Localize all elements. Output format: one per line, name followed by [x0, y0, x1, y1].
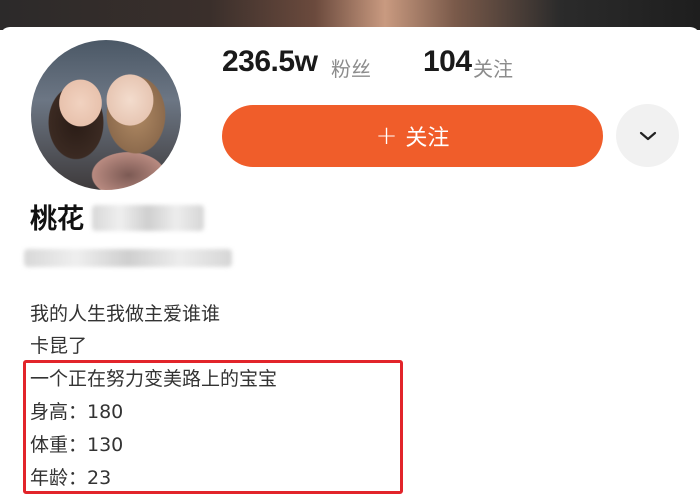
follow-button[interactable]: + 关注 — [222, 105, 603, 167]
profile-name: 桃花 — [30, 204, 84, 235]
bio-line: 卡昆了 — [30, 335, 88, 357]
follow-button-label: 关注 — [405, 126, 450, 151]
id-redaction — [24, 249, 232, 267]
highlight-annotation-box — [23, 360, 403, 494]
bio-line: 我的人生我做主爱谁谁 — [30, 303, 221, 325]
following-count[interactable]: 104 — [423, 45, 472, 79]
following-label[interactable]: 关注 — [473, 53, 513, 82]
followers-label[interactable]: 粉丝 — [331, 53, 371, 82]
plus-icon: + — [375, 121, 398, 151]
avatar[interactable] — [28, 37, 184, 193]
followers-count[interactable]: 236.5w — [222, 45, 318, 79]
chevron-down-icon — [639, 131, 656, 140]
name-redaction — [92, 205, 204, 231]
profile-card: 236.5w 粉丝 104 关注 + 关注 桃花 我的人生我做主爱谁谁 卡昆了 … — [0, 27, 700, 497]
cover-image — [0, 0, 700, 30]
more-options-button[interactable] — [616, 104, 679, 167]
